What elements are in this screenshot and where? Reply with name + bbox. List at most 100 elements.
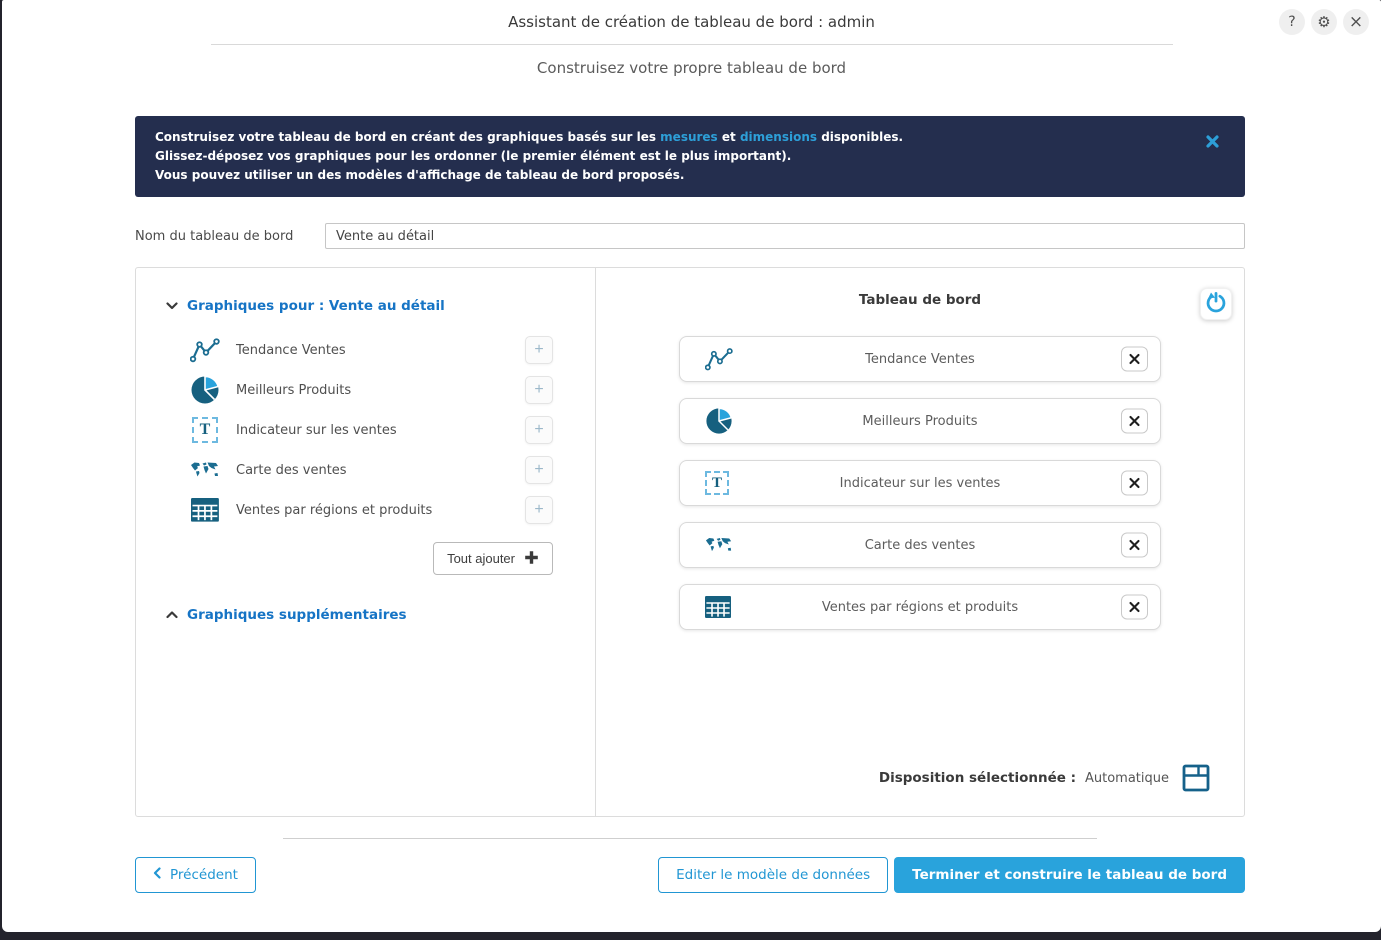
dashboard-card[interactable]: Tendance Ventes — [679, 336, 1161, 382]
dashboard-card-label: Tendance Ventes — [865, 352, 975, 367]
previous-button[interactable]: Précédent — [135, 857, 256, 893]
chart-list-item: Meilleurs Produits+ — [166, 370, 595, 410]
chart-item-label: Tendance Ventes — [236, 343, 525, 358]
close-icon — [1129, 540, 1140, 551]
dashboard-card-label: Indicateur sur les ventes — [840, 476, 1001, 491]
banner-line-3: Vous pouvez utiliser un des modèles d'af… — [155, 166, 1175, 185]
dashboard-card-label: Meilleurs Produits — [862, 414, 977, 429]
finish-build-dashboard-button[interactable]: Terminer et construire le tableau de bor… — [894, 857, 1245, 893]
icon-box — [705, 537, 733, 554]
pie-chart-icon — [190, 375, 220, 405]
line-chart-icon — [190, 337, 220, 363]
add-chart-button[interactable]: + — [525, 416, 553, 444]
text-indicator-icon: T — [705, 472, 729, 491]
banner-line-2: Glissez-déposez vos graphiques pour les … — [155, 147, 1175, 166]
edit-data-model-button[interactable]: Editer le modèle de données — [658, 857, 888, 893]
reset-icon — [1204, 291, 1228, 318]
icon-box — [188, 498, 222, 522]
add-all-row: Tout ajouter — [166, 542, 553, 575]
remove-card-button[interactable] — [1121, 471, 1148, 496]
dimensions-link[interactable]: dimensions — [740, 130, 817, 144]
add-chart-button[interactable]: + — [525, 496, 553, 524]
banner-text: Construisez votre tableau de bord en cré… — [155, 130, 660, 144]
dashboard-wizard-dialog: Assistant de création de tableau de bord… — [2, 0, 1381, 932]
section-charts-for[interactable]: Graphiques pour : Vente au détail — [166, 298, 595, 314]
chevron-down-icon — [166, 298, 178, 314]
dashboard-card[interactable]: Carte des ventes — [679, 522, 1161, 568]
remove-card-button[interactable] — [1121, 409, 1148, 434]
icon-box — [188, 337, 222, 363]
icon-box — [705, 407, 733, 435]
section-title: Graphiques pour : Vente au détail — [187, 298, 445, 314]
window-buttons: ? ⚙ × — [1279, 9, 1369, 35]
add-all-button[interactable]: Tout ajouter — [433, 542, 553, 575]
main-box: Graphiques pour : Vente au détail Tendan… — [135, 267, 1245, 817]
close-icon[interactable] — [1206, 135, 1219, 148]
banner-text: disponibles. — [817, 130, 903, 144]
title-divider — [211, 44, 1173, 45]
section-additional-charts[interactable]: Graphiques supplémentaires — [166, 607, 595, 623]
dashboard-panel: Tableau de bord Tendance Ventes — [596, 268, 1244, 816]
icon-box — [705, 347, 733, 371]
remove-card-button[interactable] — [1121, 595, 1148, 620]
dashboard-panel-title: Tableau de bord — [596, 292, 1244, 308]
chart-list-item: Tendance Ventes+ — [166, 330, 595, 370]
dashboard-card[interactable]: T Indicateur sur les ventes — [679, 460, 1161, 506]
footer: Précédent Editer le modèle de données Te… — [135, 857, 1245, 893]
layout-icon[interactable] — [1182, 764, 1210, 792]
dashboard-card[interactable]: Meilleurs Produits — [679, 398, 1161, 444]
chart-list: Tendance Ventes+ Meilleurs Produits+TInd… — [166, 330, 595, 530]
add-chart-button[interactable]: + — [525, 336, 553, 364]
dashboard-cards: Tendance Ventes Meilleurs Produits T Indic… — [679, 336, 1161, 630]
dashboard-name-input[interactable] — [325, 223, 1245, 249]
footer-divider — [283, 838, 1097, 839]
layout-row: Disposition sélectionnée : Automatique — [879, 764, 1210, 792]
gear-icon[interactable]: ⚙ — [1311, 9, 1337, 35]
chevron-up-icon — [166, 607, 178, 623]
help-icon[interactable]: ? — [1279, 9, 1305, 35]
close-icon — [1129, 602, 1140, 613]
add-chart-button[interactable]: + — [525, 376, 553, 404]
dashboard-card-label: Ventes par régions et produits — [822, 600, 1018, 615]
remove-card-button[interactable] — [1121, 347, 1148, 372]
layout-value: Automatique — [1085, 771, 1169, 786]
map-icon — [190, 461, 220, 479]
measures-link[interactable]: mesures — [660, 130, 718, 144]
close-icon[interactable]: × — [1343, 9, 1369, 35]
chart-item-label: Indicateur sur les ventes — [236, 423, 525, 438]
text-indicator-icon: T — [192, 417, 218, 443]
section-title: Graphiques supplémentaires — [187, 607, 407, 623]
pie-chart-icon — [705, 420, 733, 439]
icon-box — [705, 596, 731, 618]
icon-box — [188, 461, 222, 479]
banner-line-1: Construisez votre tableau de bord en cré… — [155, 128, 1175, 147]
icon-box: T — [188, 417, 222, 443]
footer-right-buttons: Editer le modèle de données Terminer et … — [658, 857, 1245, 893]
add-chart-button[interactable]: + — [525, 456, 553, 484]
dashboard-card[interactable]: Ventes par régions et produits — [679, 584, 1161, 630]
reset-button[interactable] — [1200, 288, 1232, 320]
table-icon — [191, 498, 219, 522]
line-chart-icon — [705, 356, 733, 375]
close-icon — [1129, 354, 1140, 365]
add-all-label: Tout ajouter — [447, 551, 515, 566]
table-icon — [705, 603, 731, 622]
titlebar: Assistant de création de tableau de bord… — [2, 0, 1381, 44]
previous-label: Précédent — [170, 867, 238, 883]
chart-item-label: Carte des ventes — [236, 463, 525, 478]
plus-icon — [524, 550, 539, 568]
layout-label: Disposition sélectionnée : — [879, 770, 1076, 786]
remove-card-button[interactable] — [1121, 533, 1148, 558]
icon-box — [188, 375, 222, 405]
chart-item-label: Meilleurs Produits — [236, 383, 525, 398]
page-title: Construisez votre propre tableau de bord — [2, 59, 1381, 77]
chart-list-item: T Indicateur sur les ventes+ — [166, 410, 595, 450]
banner-text: et — [718, 130, 740, 144]
map-icon — [705, 538, 733, 557]
chevron-left-icon — [153, 867, 161, 883]
dashboard-card-label: Carte des ventes — [865, 538, 976, 553]
window-title: Assistant de création de tableau de bord… — [2, 0, 1381, 44]
icon-box: T — [705, 471, 729, 495]
dashboard-name-label: Nom du tableau de bord — [135, 229, 325, 244]
chart-list-item: Carte des ventes+ — [166, 450, 595, 490]
